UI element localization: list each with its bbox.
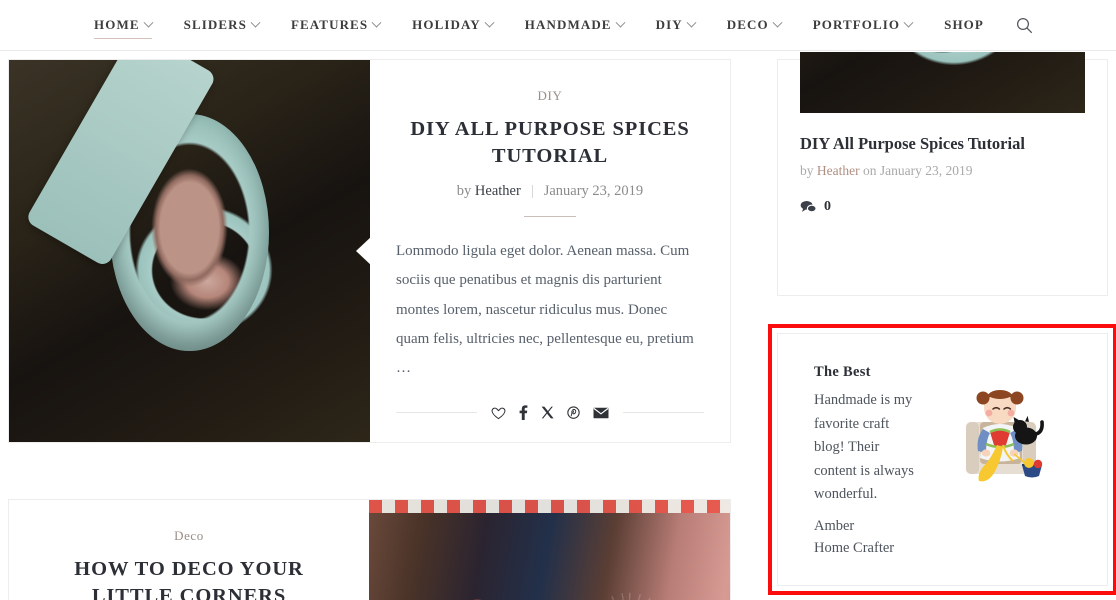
search-icon (1017, 17, 1033, 33)
post-card: DIY DIY ALL PURPOSE SPICES TUTORIAL by H… (8, 59, 731, 444)
chevron-down-icon (484, 17, 495, 28)
pinterest-icon[interactable] (567, 406, 580, 420)
facebook-icon[interactable] (519, 405, 528, 421)
chevron-down-icon (371, 17, 382, 28)
site-header: HOME SLIDERS FEATURES HOLIDAY HANDMADE D… (0, 0, 1116, 51)
nav-item-features[interactable]: FEATURES (275, 11, 396, 39)
heart-icon[interactable] (491, 406, 506, 420)
nav-item-label: DIY (655, 17, 683, 32)
nav-item-label: HOLIDAY (412, 17, 481, 32)
divider-left (396, 412, 477, 414)
mortar-and-pestle-photo (9, 60, 370, 443)
by-label: by (456, 183, 472, 200)
nav-item-holiday[interactable]: HOLIDAY (396, 11, 509, 39)
testimonial-widget-wrapper: The Best Handmade is my favorite craft b… (768, 324, 1116, 596)
by-label: by (800, 163, 814, 179)
primary-navigation: HOME SLIDERS FEATURES HOLIDAY HANDMADE D… (78, 11, 1038, 39)
dreamcatchers-photo (369, 500, 730, 600)
post-title[interactable]: DIY ALL PURPOSE SPICES TUTORIAL (396, 116, 704, 170)
post-meta: by Heather | January 23, 2019 (457, 183, 643, 200)
testimonial-widget: The Best Handmade is my favorite craft b… (777, 333, 1108, 587)
nav-item-sliders[interactable]: SLIDERS (168, 11, 275, 39)
share-icon-group (477, 405, 623, 421)
chevron-down-icon (143, 17, 154, 28)
email-icon[interactable] (593, 407, 609, 419)
sidebar-post-title[interactable]: DIY All Purpose Spices Tutorial (800, 133, 1085, 154)
post-body: Deco HOW TO DECO YOUR LITTLE CORNERS by … (9, 500, 369, 600)
main-content-column: DIY DIY ALL PURPOSE SPICES TUTORIAL by H… (8, 59, 731, 600)
post-date: January 23, 2019 (543, 183, 644, 200)
post-category[interactable]: Deco (174, 528, 204, 544)
testimonial-text: The Best Handmade is my favorite craft b… (814, 364, 922, 559)
nav-item-label: SLIDERS (183, 17, 247, 32)
meta-separator: | (530, 183, 534, 200)
title-divider (524, 216, 576, 218)
post-author[interactable]: Heather (475, 183, 521, 199)
recent-post-widget: DIY All Purpose Spices Tutorial by Heath… (777, 52, 1108, 297)
post-category[interactable]: DIY (538, 88, 563, 104)
chevron-down-icon (903, 17, 914, 28)
post-body: DIY DIY ALL PURPOSE SPICES TUTORIAL by H… (370, 60, 730, 442)
page-layout: DIY DIY ALL PURPOSE SPICES TUTORIAL by H… (0, 51, 1116, 600)
post-excerpt: Lommodo ligula eget dolor. Aenean massa.… (396, 243, 694, 377)
chevron-down-icon (772, 17, 783, 28)
nav-item-handmade[interactable]: HANDMADE (509, 11, 640, 39)
comment-bubbles-icon (800, 201, 817, 213)
divider-right (623, 412, 704, 414)
nav-item-portfolio[interactable]: PORTFOLIO (797, 11, 928, 39)
sidebar-post-author[interactable]: Heather (817, 163, 860, 178)
sidebar-post-date: January 23, 2019 (879, 163, 973, 179)
testimonial-author-role: Home Crafter (814, 539, 895, 556)
mortar-and-pestle-photo-crop (800, 52, 1085, 113)
nav-item-deco[interactable]: DECO (711, 11, 797, 39)
post-featured-image[interactable] (9, 60, 370, 443)
nav-item-label: HANDMADE (524, 17, 612, 32)
sidebar: DIY All Purpose Spices Tutorial by Heath… (768, 52, 1116, 600)
testimonial-heading: The Best (814, 364, 871, 381)
nav-item-label: SHOP (944, 17, 984, 32)
x-twitter-icon[interactable] (541, 406, 554, 419)
sidebar-post-meta: by Heather on January 23, 2019 (800, 163, 1085, 179)
nav-item-label: FEATURES (290, 17, 369, 32)
chevron-down-icon (250, 17, 261, 28)
search-button[interactable] (1012, 12, 1038, 38)
nav-item-label: PORTFOLIO (812, 17, 901, 32)
post-featured-image[interactable] (369, 500, 730, 600)
post-share-row (396, 383, 704, 421)
testimonial-author-name: Amber (814, 517, 855, 534)
chevron-down-icon (615, 17, 626, 28)
comment-count-value: 0 (824, 199, 831, 215)
post-card: Deco HOW TO DECO YOUR LITTLE CORNERS by … (8, 499, 731, 600)
nav-item-home[interactable]: HOME (78, 11, 168, 39)
chevron-down-icon (686, 17, 697, 28)
sidebar-post: DIY All Purpose Spices Tutorial by Heath… (778, 113, 1107, 295)
nav-item-label: DECO (726, 17, 769, 32)
on-label: on (862, 163, 877, 179)
testimonial-illustration (922, 364, 1077, 488)
sidebar-comment-count[interactable]: 0 (800, 199, 1085, 215)
nav-item-shop[interactable]: SHOP (928, 11, 1000, 39)
nav-item-diy[interactable]: DIY (640, 11, 711, 39)
pointer-notch (356, 237, 370, 266)
sidebar-post-thumbnail[interactable] (800, 52, 1085, 113)
post-title[interactable]: HOW TO DECO YOUR LITTLE CORNERS (35, 556, 343, 600)
post-byline: by Heather (457, 183, 521, 200)
testimonial-quote: Handmade is my favorite craft blog! Thei… (814, 392, 914, 503)
girl-knitting-illustration (965, 390, 1044, 482)
widget-spacer (800, 215, 1085, 269)
nav-item-label: HOME (94, 17, 140, 32)
